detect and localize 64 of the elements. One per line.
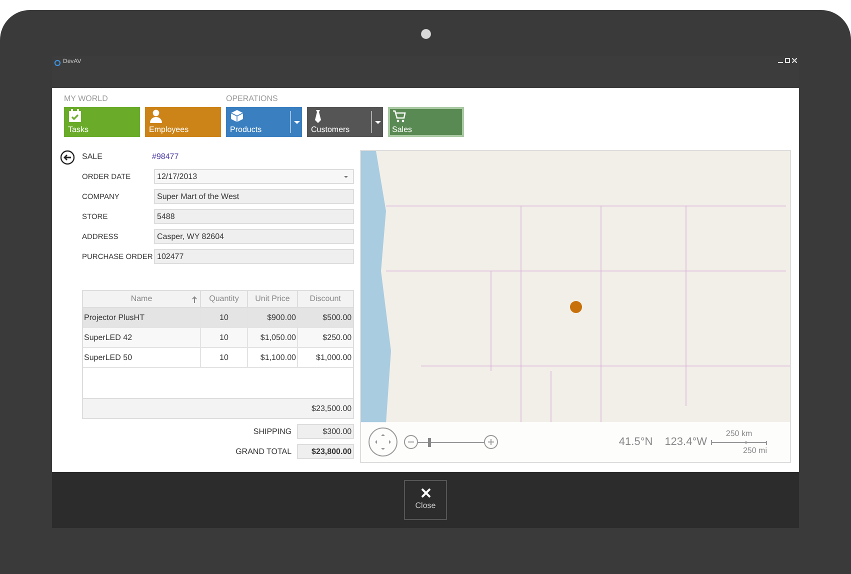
table-cell: SuperLED 50 [83,348,201,367]
map-view[interactable]: 41.5°N 123.4°W 250 km 250 mi [360,150,791,463]
table-cell: SuperLED 42 [83,328,201,347]
scale-km-label: 250 km [726,428,752,440]
close-icon [420,488,430,498]
location-pin [570,301,582,313]
tile-button[interactable]: Sales [388,107,464,137]
scale-bar-icon [711,440,767,444]
table-cell-text: $1,000.00 [315,352,353,364]
field-label: SALE [82,151,104,163]
zoom-in-icon[interactable] [484,435,498,449]
close-button[interactable]: Close [404,480,447,520]
table-cell: $900.00 [248,308,298,327]
zoom-slider-thumb[interactable] [428,438,432,446]
table-cell-text: $250.00 [322,332,353,344]
summary-value: $23,800.00 [296,444,354,459]
pan-control-icon[interactable] [368,427,398,457]
latitude-readout: 41.5°N [618,434,653,450]
sort-arrow-icon [192,296,197,302]
table-row[interactable]: SuperLED 42 10 $1,050.00 $250.00 [83,328,353,348]
table-cell: $1,050.00 [248,328,298,347]
summary-label: GRAND TOTAL [236,446,292,458]
dropdown-arrow-icon [294,120,300,124]
input-field[interactable]: Casper, WY 82604 [154,229,354,244]
sale-number: #98477 [152,151,179,163]
tile-label: Tasks [68,126,90,134]
box-icon [230,109,244,123]
tile-button[interactable]: Customers [307,107,383,137]
dropdown-toggle[interactable] [371,111,383,133]
tile-label: Customers [311,126,351,134]
tile-button[interactable]: Products [226,107,302,137]
table-cell: Projector PlusHT [83,308,201,327]
table-row[interactable]: SuperLED 50 10 $1,100.00 $1,000.00 [83,348,353,368]
tile-label: Products [230,126,263,134]
table-row[interactable]: Projector PlusHT 10 $900.00 $500.00 [83,308,353,328]
summary-label: SHIPPING [253,426,292,438]
table-cell: 10 [201,328,248,347]
tile-label: Sales [392,126,414,134]
zoom-slider[interactable] [418,438,484,446]
app-logo-icon [54,59,61,66]
dropdown-toggle[interactable] [290,111,302,133]
table-cell: 10 [201,308,248,327]
longitude-readout: 123.4°W [664,434,707,450]
input-field[interactable]: 102477 [154,249,354,264]
tile-label: Employees [149,126,190,134]
summary-value: $300.00 [296,424,354,439]
zoom-out-icon[interactable] [404,435,418,449]
scale-mi-label: 250 mi [742,444,767,456]
date-picker[interactable]: 12/17/2013 [154,169,354,184]
close-window-icon[interactable] [792,58,797,63]
cart-icon [392,109,406,123]
dropdown-arrow-icon [344,176,348,178]
table-cell-text: $500.00 [322,312,353,324]
calendar-check-icon [68,109,82,123]
group-label: OPERATIONS [226,93,279,105]
dropdown-arrow-icon [374,120,380,124]
table-cell: 10 [201,348,248,367]
total-amount: $23,500.00 [312,402,352,414]
group-label: MY WORLD [64,93,109,105]
maximize-icon[interactable] [785,58,790,63]
input-field[interactable]: 5488 [154,209,354,224]
input-field[interactable]: Super Mart of the West [154,189,354,204]
table-cell: $1,100.00 [248,348,298,367]
person-icon [149,109,163,123]
